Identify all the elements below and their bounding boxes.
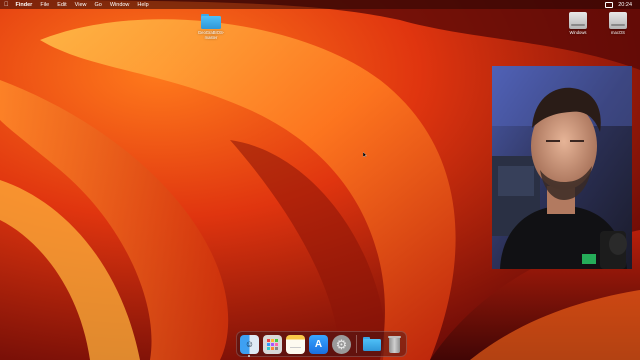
- drive-windows[interactable]: Windows: [566, 12, 590, 35]
- dock-notes[interactable]: [286, 334, 305, 354]
- dock-finder[interactable]: ☺: [240, 334, 259, 357]
- menu-item-window[interactable]: Window: [110, 2, 130, 8]
- menu-item-finder[interactable]: Finder: [16, 2, 33, 8]
- control-center-icon[interactable]: [605, 1, 614, 8]
- webcam-overlay: [492, 66, 632, 269]
- launchpad-icon: [267, 338, 278, 350]
- menu-item-go[interactable]: Go: [95, 2, 102, 8]
- notes-icon: [290, 346, 301, 348]
- menu-item-view[interactable]: View: [75, 2, 87, 8]
- dock-app-store[interactable]: A: [309, 334, 328, 354]
- menu-bar:  Finder File Edit View Go Window Help 2…: [0, 0, 640, 9]
- mouse-cursor-icon: [363, 152, 367, 157]
- drive-macos[interactable]: macOS: [606, 12, 630, 35]
- dock-separator: [356, 335, 357, 353]
- drive-label: Windows: [569, 30, 587, 35]
- hard-drive-icon: [569, 12, 587, 29]
- dock-trash[interactable]: [385, 335, 404, 354]
- hard-drive-icon: [609, 12, 627, 29]
- dock-downloads-folder[interactable]: [362, 335, 381, 354]
- menu-item-help[interactable]: Help: [137, 2, 148, 8]
- desktop-folder-label: GeoGraBIOS- master: [197, 30, 225, 40]
- apple-menu-icon[interactable]: : [4, 2, 9, 8]
- folder-icon: [362, 337, 381, 351]
- dock: ☺ A ⚙: [236, 331, 407, 357]
- drive-label: macOS: [611, 30, 625, 35]
- finder-icon: ☺: [244, 339, 255, 349]
- settings-icon: ⚙: [335, 336, 348, 352]
- clock[interactable]: 20:24: [618, 2, 632, 8]
- dock-system-preferences[interactable]: ⚙: [332, 334, 351, 354]
- menu-item-file[interactable]: File: [40, 2, 49, 8]
- status-area: 20:24: [605, 0, 632, 9]
- trash-icon: [388, 335, 401, 353]
- folder-icon: [201, 14, 221, 29]
- dock-launchpad[interactable]: [263, 334, 282, 354]
- menu-item-edit[interactable]: Edit: [57, 2, 66, 8]
- app-store-icon: A: [314, 338, 323, 350]
- desktop-folder[interactable]: GeoGraBIOS- master: [198, 14, 224, 40]
